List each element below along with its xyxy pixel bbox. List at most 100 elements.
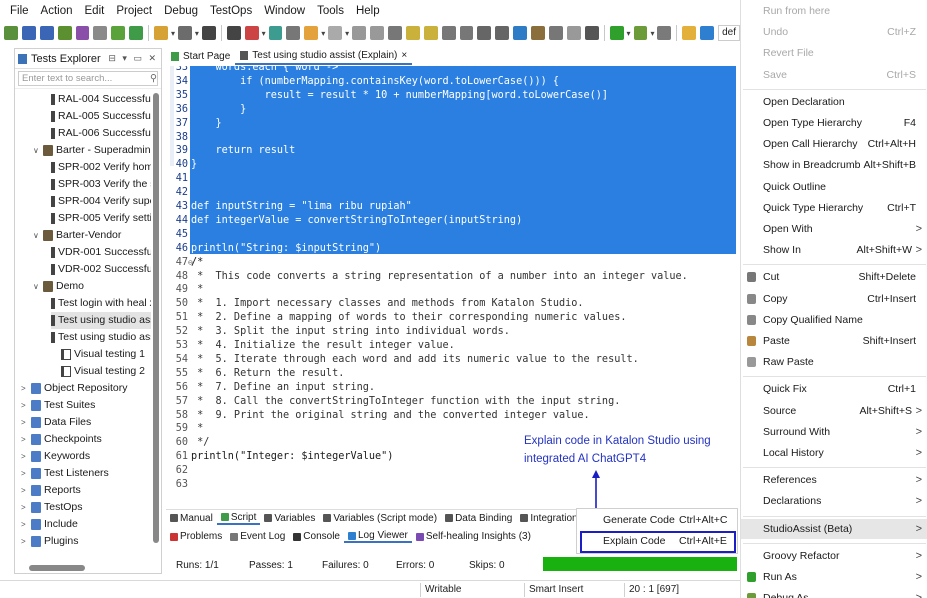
tab-self-healing-insights-3[interactable]: Self-healing Insights (3) xyxy=(412,531,535,542)
user-icon[interactable] xyxy=(700,26,715,40)
tab-manual[interactable]: Manual xyxy=(166,513,217,524)
debug-as-menu-item[interactable]: Debug As > xyxy=(741,588,927,598)
cut-menu-item[interactable]: Cut Shift+Delete xyxy=(741,267,927,287)
revert-file-menu-item[interactable]: Revert File xyxy=(741,43,927,63)
tree-root-item[interactable]: > TestOps xyxy=(21,499,151,516)
profile-selector[interactable]: def xyxy=(718,25,741,41)
copy-menu-item[interactable]: Copy Ctrl+Insert xyxy=(741,289,927,309)
explorer-view-controls[interactable]: ⊟ ▾ ▭ ✕ xyxy=(108,53,161,64)
menu-file[interactable]: File xyxy=(4,0,35,22)
test-case-item[interactable]: SPR-003 Verify the se xyxy=(51,176,151,193)
tree-toggle-icon[interactable]: > xyxy=(21,533,31,550)
paste-icon[interactable] xyxy=(531,26,545,40)
new-object-icon[interactable] xyxy=(178,26,192,40)
shape-icon[interactable] xyxy=(328,26,343,40)
git-icon[interactable] xyxy=(682,26,697,40)
tree-root-item[interactable]: > Data Files xyxy=(21,414,151,431)
test-case-item[interactable]: RAL-005 Successfull r xyxy=(51,108,151,125)
test-case-item[interactable]: Test login with heal xp xyxy=(51,295,151,312)
grid-icon[interactable] xyxy=(423,26,438,40)
pointer-icon[interactable] xyxy=(441,26,456,40)
surround-with-menu-item[interactable]: Surround With > xyxy=(741,422,927,442)
save-menu-item[interactable]: Save Ctrl+S xyxy=(741,65,927,85)
tree-toggle-icon[interactable]: > xyxy=(21,482,31,499)
quick-fix-menu-item[interactable]: Quick Fix Ctrl+1 xyxy=(741,379,927,399)
cut-icon[interactable] xyxy=(304,26,319,40)
tree-root-item[interactable]: > Plugins xyxy=(21,533,151,550)
menu-edit[interactable]: Edit xyxy=(79,0,111,22)
debug-icon[interactable] xyxy=(633,26,648,40)
undo-menu-item[interactable]: Undo Ctrl+Z xyxy=(741,22,927,42)
show-in-menu-item[interactable]: Show In Alt+Shift+W > xyxy=(741,240,927,260)
quick-type-hierarchy-menu-item[interactable]: Quick Type Hierarchy Ctrl+T xyxy=(741,198,927,218)
close-icon[interactable]: × xyxy=(401,48,407,64)
tab-start-page[interactable]: Start Page xyxy=(166,48,235,65)
tab-event-log[interactable]: Event Log xyxy=(226,531,289,542)
tree-root-item[interactable]: > Keywords xyxy=(21,448,151,465)
paste-menu-item[interactable]: Paste Shift+Insert xyxy=(741,331,927,351)
folder-item[interactable]: ∨ Barter - Superadmin xyxy=(33,142,151,159)
tree-toggle-icon[interactable]: ∨ xyxy=(33,142,43,159)
studioassist-beta-menu-item[interactable]: StudioAssist (Beta) > xyxy=(741,518,927,539)
spellcheck-icon[interactable] xyxy=(405,26,420,40)
new-keyword-icon[interactable] xyxy=(244,26,259,40)
tab-variables[interactable]: Variables xyxy=(260,513,319,524)
tree-toggle-icon[interactable]: ∨ xyxy=(33,278,43,295)
layout-icon[interactable] xyxy=(226,26,241,40)
dropdown-arrow-icon[interactable]: ▾ xyxy=(171,29,175,38)
tree-toggle-icon[interactable]: > xyxy=(21,380,31,397)
tab-integration[interactable]: Integration xyxy=(516,513,581,524)
dropdown-arrow-icon[interactable]: ▾ xyxy=(321,29,325,38)
quick-outline-menu-item[interactable]: Quick Outline xyxy=(741,177,927,197)
dropdown-arrow-icon[interactable]: ▾ xyxy=(627,29,631,38)
open-with-menu-item[interactable]: Open With > xyxy=(741,219,927,239)
tree-root-item[interactable]: > Reports xyxy=(21,482,151,499)
copy-qualified-name-menu-item[interactable]: Copy Qualified Name xyxy=(741,310,927,330)
font-icon[interactable] xyxy=(495,26,510,40)
terminal-icon[interactable] xyxy=(584,26,599,40)
pin-icon[interactable] xyxy=(387,26,402,40)
tab-test-using-studio-assist-explain[interactable]: Test using studio assist (Explain) × xyxy=(235,48,413,65)
menu-action[interactable]: Action xyxy=(35,0,79,22)
tree-root-item[interactable]: > Include xyxy=(21,516,151,533)
run-icon[interactable] xyxy=(609,26,624,40)
new-test-case-icon[interactable] xyxy=(154,26,168,40)
menu-help[interactable]: Help xyxy=(350,0,386,22)
edit-icon[interactable] xyxy=(477,26,492,40)
grid2-icon[interactable] xyxy=(548,26,563,40)
search-icon[interactable]: ⚲ xyxy=(150,72,157,85)
tab-log-viewer[interactable]: Log Viewer xyxy=(344,530,412,543)
test-case-item[interactable]: Visual testing 1 xyxy=(51,346,151,363)
test-case-item[interactable]: Test using studio assis xyxy=(51,329,151,346)
tab-console[interactable]: Console xyxy=(289,531,344,542)
dropdown-arrow-icon[interactable]: ▾ xyxy=(345,29,349,38)
tree-toggle-icon[interactable]: > xyxy=(21,448,31,465)
tree-root-item[interactable]: > Checkpoints xyxy=(21,431,151,448)
run-from-here-menu-item[interactable]: Run from here xyxy=(741,1,927,21)
references-menu-item[interactable]: References > xyxy=(741,470,927,490)
record-mobile-icon[interactable] xyxy=(111,26,126,40)
tree-root-item[interactable]: > Object Repository xyxy=(21,380,151,397)
test-case-item[interactable]: RAL-006 Successfull r xyxy=(51,125,151,142)
test-case-item[interactable]: RAL-004 Successfull r xyxy=(51,91,151,108)
test-case-item[interactable]: Visual testing 2 xyxy=(51,363,151,380)
menu-project[interactable]: Project xyxy=(110,0,158,22)
tree-root-item[interactable]: > Test Listeners xyxy=(21,465,151,482)
declarations-menu-item[interactable]: Declarations > xyxy=(741,491,927,511)
run-as-menu-item[interactable]: Run As > xyxy=(741,567,927,587)
open-declaration-menu-item[interactable]: Open Declaration xyxy=(741,92,927,112)
refresh-icon[interactable] xyxy=(268,26,283,40)
tab-problems[interactable]: Problems xyxy=(166,531,226,542)
source-menu-item[interactable]: Source Alt+Shift+S > xyxy=(741,401,927,421)
tree-toggle-icon[interactable]: > xyxy=(21,397,31,414)
tree-toggle-icon[interactable]: > xyxy=(21,499,31,516)
open-type-hierarchy-menu-item[interactable]: Open Type Hierarchy F4 xyxy=(741,113,927,133)
open-call-hierarchy-menu-item[interactable]: Open Call Hierarchy Ctrl+Alt+H xyxy=(741,134,927,154)
dropdown-arrow-icon[interactable]: ▾ xyxy=(195,29,199,38)
spy-mobile-icon[interactable] xyxy=(93,26,108,40)
tab-data-binding[interactable]: Data Binding xyxy=(441,513,516,524)
generate-code-menu-item[interactable]: Generate Code Ctrl+Alt+C xyxy=(577,510,737,530)
save-all-icon[interactable] xyxy=(39,26,54,40)
tab-variables-script-mode[interactable]: Variables (Script mode) xyxy=(319,513,441,524)
stop-icon[interactable] xyxy=(657,26,672,40)
